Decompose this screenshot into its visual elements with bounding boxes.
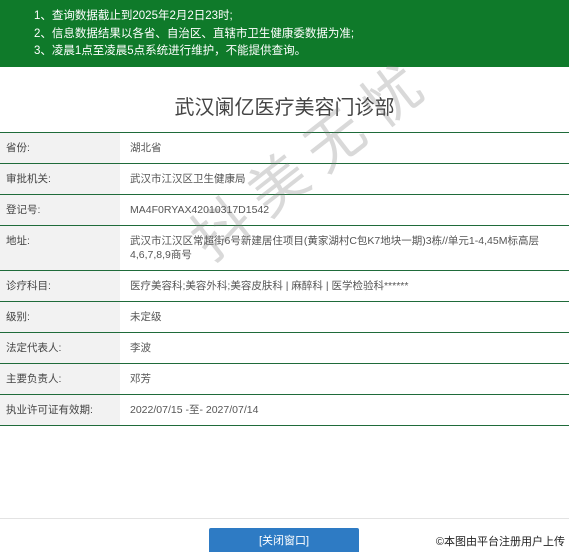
row-label-departments: 诊疗科目: bbox=[0, 270, 120, 302]
row-label-manager: 主要负责人: bbox=[0, 363, 120, 395]
row-value-authority: 武汉市江汉区卫生健康局 bbox=[120, 163, 569, 195]
divider bbox=[0, 518, 569, 519]
table-row: 诊疗科目: 医疗美容科;美容外科;美容皮肤科 | 麻醉科 | 医学检验科****… bbox=[0, 270, 569, 302]
row-label-license-validity: 执业许可证有效期: bbox=[0, 394, 120, 426]
row-label-level: 级别: bbox=[0, 301, 120, 333]
table-row: 主要负责人: 邓芳 bbox=[0, 363, 569, 395]
row-label-address: 地址: bbox=[0, 225, 120, 271]
notice-line: 3、凌晨1点至凌晨5点系统进行维护，不能提供查询。 bbox=[34, 45, 307, 57]
row-value-license-validity: 2022/07/15 -至- 2027/07/14 bbox=[120, 394, 569, 426]
row-value-manager: 邓芳 bbox=[120, 363, 569, 395]
row-label-registration: 登记号: bbox=[0, 194, 120, 226]
info-table: 省份: 湖北省 审批机关: 武汉市江汉区卫生健康局 登记号: MA4F0RYAX… bbox=[0, 132, 569, 426]
row-label-authority: 审批机关: bbox=[0, 163, 120, 195]
row-label-province: 省份: bbox=[0, 132, 120, 164]
row-value-level: 未定级 bbox=[120, 301, 569, 333]
table-row: 省份: 湖北省 bbox=[0, 132, 569, 164]
row-value-legal-rep: 李波 bbox=[120, 332, 569, 364]
row-value-address: 武汉市江汉区常超街6号新建居住项目(黄家湖村C包K7地块一期)3栋//单元1-4… bbox=[120, 225, 569, 271]
table-row: 级别: 未定级 bbox=[0, 301, 569, 333]
table-row: 登记号: MA4F0RYAX42010317D1542 bbox=[0, 194, 569, 226]
row-value-province: 湖北省 bbox=[120, 132, 569, 164]
table-row: 审批机关: 武汉市江汉区卫生健康局 bbox=[0, 163, 569, 195]
row-value-departments: 医疗美容科;美容外科;美容皮肤科 | 麻醉科 | 医学检验科****** bbox=[120, 270, 569, 302]
table-row: 法定代表人: 李波 bbox=[0, 332, 569, 364]
row-label-legal-rep: 法定代表人: bbox=[0, 332, 120, 364]
notice-banner: 1、查询数据截止到2025年2月2日23时; 2、信息数据结果以各省、自治区、直… bbox=[0, 0, 569, 67]
page-title: 武汉阑亿医疗美容门诊部 bbox=[174, 97, 395, 119]
table-row: 执业许可证有效期: 2022/07/15 -至- 2027/07/14 bbox=[0, 394, 569, 426]
row-value-registration: MA4F0RYAX42010317D1542 bbox=[120, 194, 569, 226]
notice-line: 2、信息数据结果以各省、自治区、直辖市卫生健康委数据为准; bbox=[34, 27, 355, 40]
close-window-button[interactable]: [关闭窗口] bbox=[209, 528, 359, 552]
notice-line: 1、查询数据截止到2025年2月2日23时; bbox=[34, 10, 233, 22]
table-row: 地址: 武汉市江汉区常超街6号新建居住项目(黄家湖村C包K7地块一期)3栋//单… bbox=[0, 225, 569, 271]
